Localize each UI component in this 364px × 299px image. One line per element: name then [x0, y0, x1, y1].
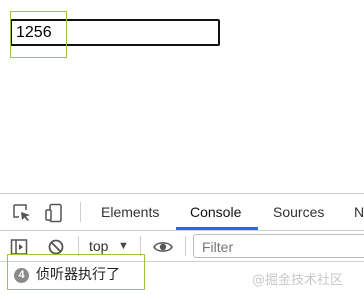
- input-highlight-frame: [10, 11, 67, 58]
- page-root: 1256 Elements Console Sources N top ▼ Fi…: [0, 0, 364, 299]
- inspect-element-icon[interactable]: [12, 203, 32, 223]
- toolbar-divider-2: [140, 236, 141, 256]
- filter-input[interactable]: Filter: [193, 234, 364, 258]
- toolbar-divider: [78, 236, 79, 256]
- active-tab-indicator: [176, 227, 258, 230]
- toolbar-divider-3: [185, 236, 186, 256]
- tab-console[interactable]: Console: [190, 194, 241, 230]
- live-expression-eye-icon[interactable]: [153, 238, 173, 256]
- device-toolbar-icon[interactable]: [44, 203, 64, 223]
- tab-network[interactable]: N: [354, 194, 364, 230]
- watermark: @掘金技术社区: [252, 273, 344, 288]
- tabbar-divider: [80, 202, 81, 222]
- repeat-count-badge: 4: [14, 268, 29, 283]
- tab-sources[interactable]: Sources: [273, 194, 324, 230]
- console-message-text: 侦听器执行了: [36, 267, 120, 283]
- devtools-tabbar: Elements Console Sources N: [0, 194, 364, 231]
- devtools-panel: Elements Console Sources N top ▼ Filter …: [0, 193, 364, 299]
- tab-elements[interactable]: Elements: [101, 194, 159, 230]
